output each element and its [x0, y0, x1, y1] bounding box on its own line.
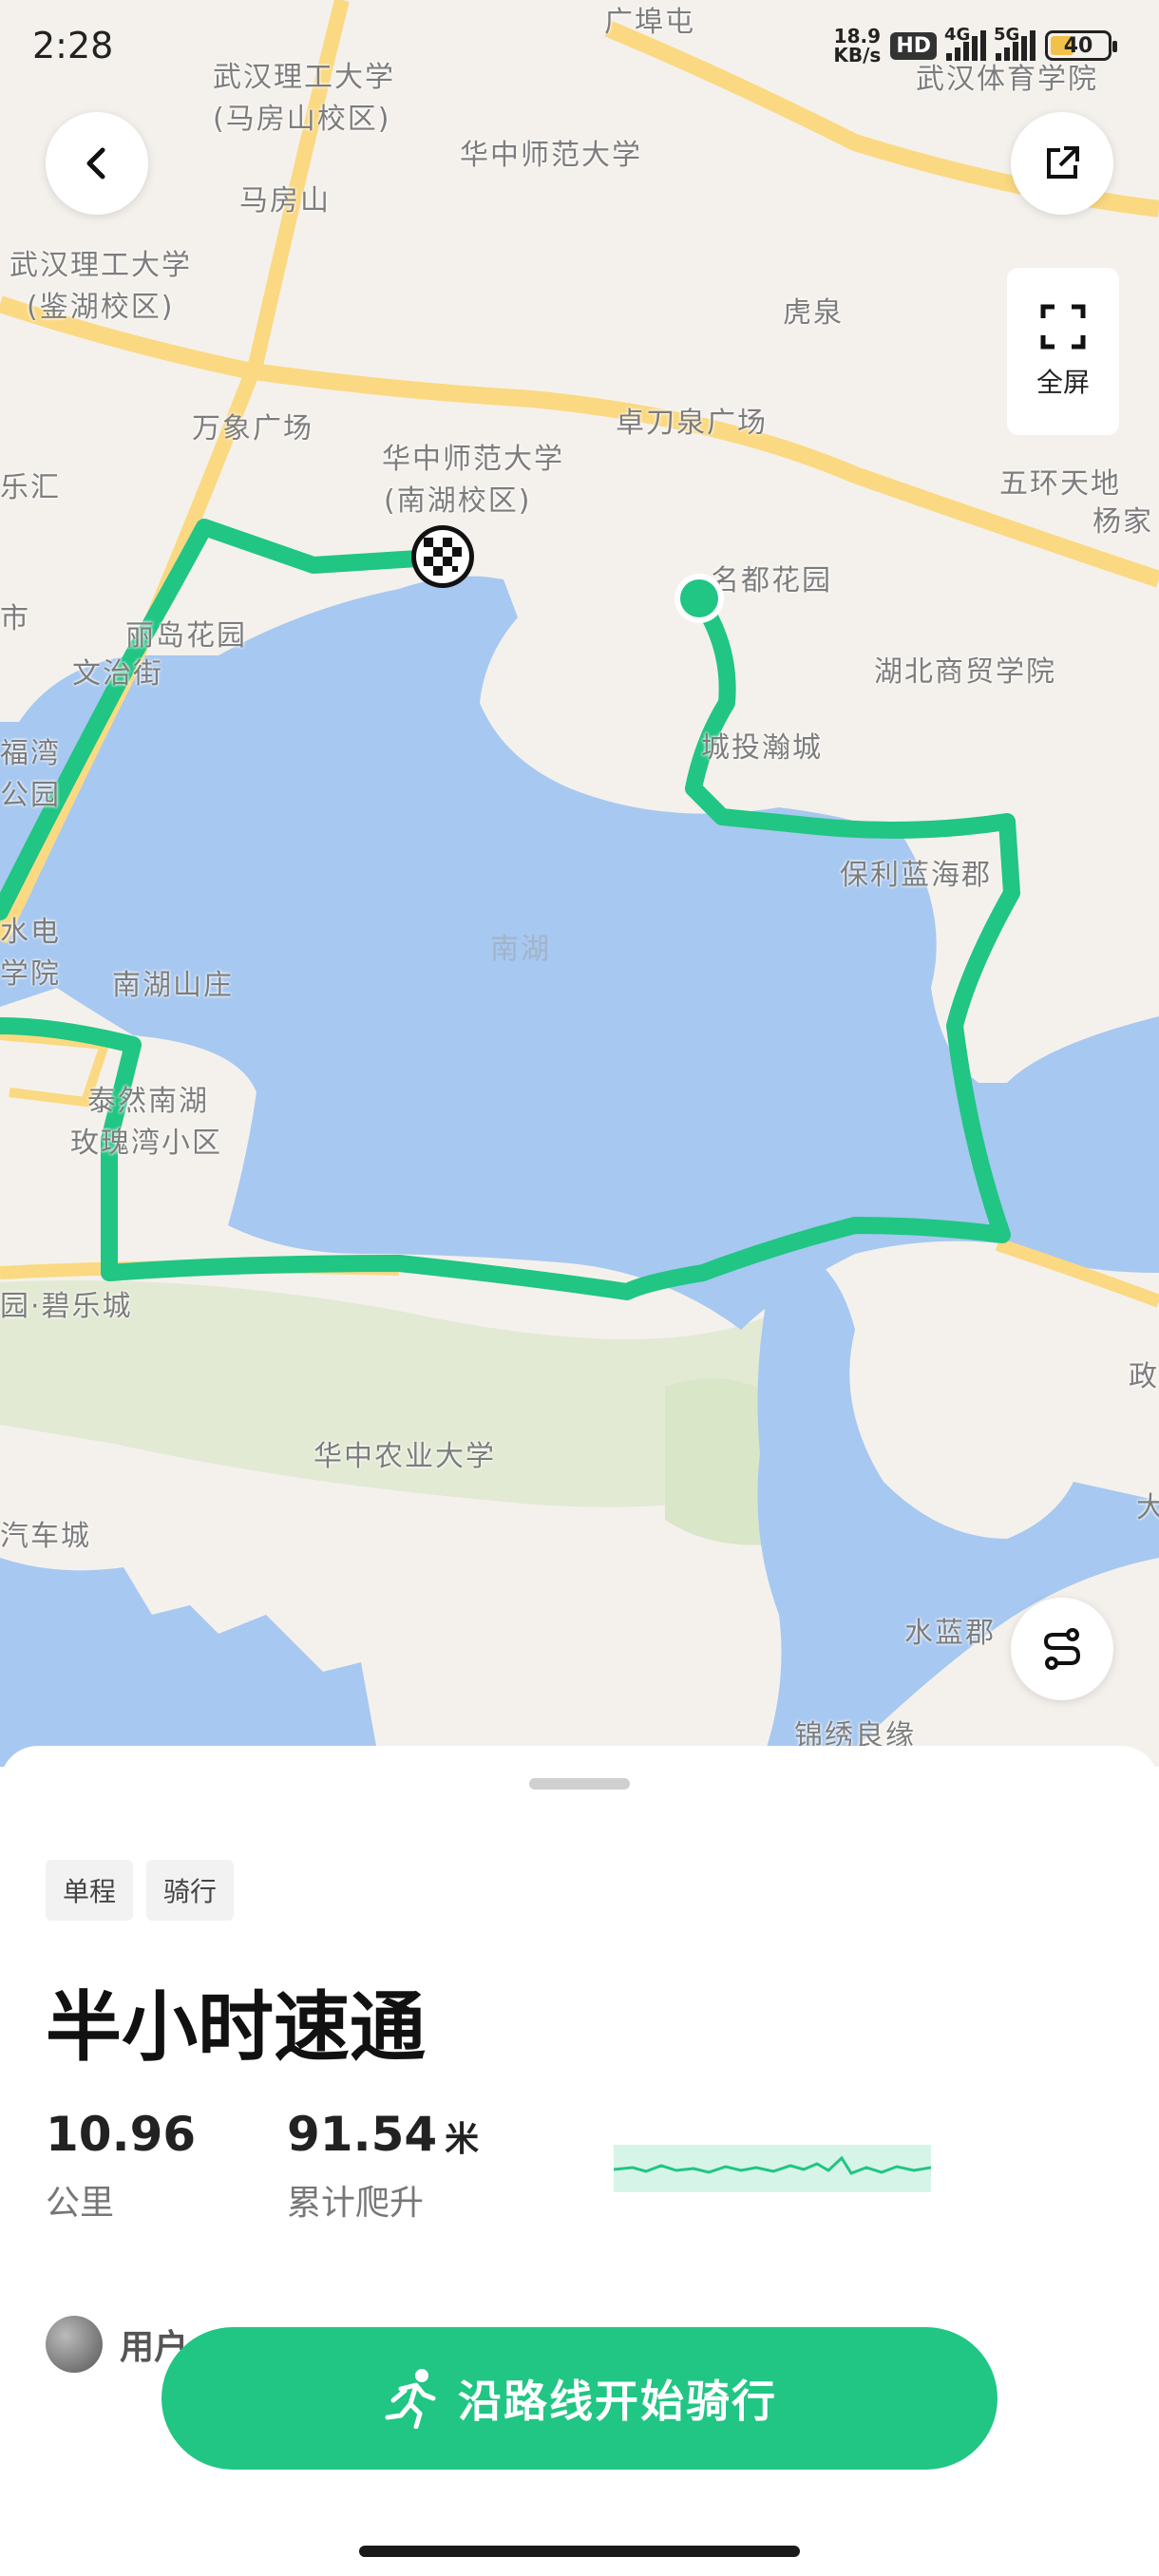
- map-label: (鉴湖校区): [27, 291, 175, 324]
- map-label: 泰然南湖: [87, 1085, 209, 1118]
- avatar: [46, 2316, 103, 2373]
- network-speed: 18.9 KB/s: [833, 27, 881, 65]
- map-label: 武汉体育学院: [916, 63, 1098, 96]
- climb-label: 累计爬升: [287, 2184, 425, 2223]
- share-button[interactable]: [1011, 112, 1113, 215]
- route-icon: [1043, 1628, 1081, 1670]
- route-author[interactable]: 用户: [46, 2316, 188, 2373]
- start-ride-button[interactable]: 沿路线开始骑行: [162, 2327, 998, 2470]
- climb-stat: 91.54 米 累计爬升: [287, 2107, 479, 2225]
- map-label: 乐汇: [0, 471, 61, 504]
- tag-cycling: 骑行: [146, 1860, 235, 1921]
- map-label: (马房山校区): [213, 103, 391, 136]
- map-label: 华中农业大学: [314, 1440, 496, 1473]
- route-tags: 单程 骑行: [46, 1860, 235, 1921]
- route-start-marker: [674, 574, 724, 623]
- map-label: 武汉理工大学: [10, 249, 192, 282]
- chevron-left-icon: [86, 147, 105, 180]
- map-label: 虎泉: [783, 296, 844, 330]
- map-label: 汽车城: [0, 1520, 91, 1553]
- map-label: 园·碧乐城: [0, 1290, 133, 1323]
- fullscreen-button[interactable]: 全屏: [1007, 268, 1119, 435]
- map-label: 马房山: [239, 184, 331, 218]
- map-label: (南湖校区): [384, 484, 532, 518]
- map-label: 水蓝郡: [904, 1617, 996, 1650]
- map-label: 水电: [0, 916, 61, 949]
- map-label: 万象广场: [192, 412, 314, 445]
- status-time: 2:28: [32, 25, 114, 66]
- signal-label: 4G: [944, 25, 971, 45]
- network-speed-unit: KB/s: [833, 44, 882, 66]
- finish-flag-icon: [411, 525, 474, 588]
- map-label: 湖北商贸学院: [874, 655, 1056, 689]
- map-label: 玫瑰湾小区: [70, 1127, 222, 1160]
- climb-unit: 米: [445, 2120, 480, 2159]
- network-speed-value: 18.9: [833, 25, 882, 47]
- map-label: 学院: [0, 957, 61, 991]
- map-label: 名都花园: [711, 564, 832, 597]
- map-label: 华中师范大学: [460, 139, 642, 172]
- sheet-grabber[interactable]: [529, 1778, 630, 1790]
- distance-stat: 10.96 公里: [46, 2107, 196, 2225]
- elevation-sparkline: [614, 2145, 931, 2192]
- status-icons: 18.9 KB/s HD 4G 5G 40: [833, 25, 1117, 65]
- map-label: 城投瀚城: [701, 731, 823, 765]
- back-button[interactable]: [46, 112, 148, 215]
- fullscreen-icon: [1040, 304, 1086, 350]
- route-map[interactable]: 广埠屯 武汉体育学院 武汉理工大学 (马房山校区) 华中师范大学 马房山 武汉理…: [0, 0, 1159, 1767]
- share-icon: [1047, 146, 1079, 179]
- map-label: 南湖山庄: [112, 969, 234, 1002]
- map-label: 公园: [0, 779, 61, 812]
- map-label: 卓刀泉广场: [616, 407, 768, 440]
- map-label: 福湾: [0, 737, 61, 770]
- tag-one-way: 单程: [46, 1860, 134, 1921]
- map-label: 广埠屯: [604, 6, 695, 39]
- start-ride-label: 沿路线开始骑行: [458, 2376, 777, 2427]
- climb-value: 91.54: [287, 2107, 438, 2162]
- home-indicator[interactable]: [359, 2546, 800, 2557]
- map-label: 丽岛花园: [125, 619, 247, 653]
- map-label: 文治街: [72, 657, 163, 691]
- map-label: 五环天地: [999, 467, 1121, 501]
- lake-label: 南湖: [490, 933, 551, 966]
- map-label: 大: [1136, 1491, 1159, 1525]
- route-title: 半小时速通: [46, 1983, 426, 2072]
- map-label: 政: [1129, 1360, 1159, 1393]
- map-label: 杨家: [1092, 505, 1153, 539]
- hd-badge: HD: [890, 31, 937, 60]
- signal-icon: 5G: [994, 25, 1036, 61]
- distance-value: 10.96: [46, 2107, 197, 2162]
- signal-label: 5G: [994, 25, 1020, 45]
- signal-icon: 4G: [944, 25, 986, 61]
- map-label: 武汉理工大学: [213, 61, 395, 94]
- map-label: 市: [0, 602, 30, 635]
- fullscreen-label: 全屏: [1036, 367, 1090, 398]
- running-icon: [385, 2369, 436, 2429]
- battery-icon: 40: [1045, 30, 1117, 61]
- battery-level: 40: [1063, 33, 1093, 58]
- map-label: 保利蓝海郡: [840, 859, 992, 892]
- map-label: 华中师范大学: [382, 443, 564, 476]
- distance-label: 公里: [46, 2184, 115, 2223]
- route-overview-button[interactable]: [1011, 1598, 1113, 1700]
